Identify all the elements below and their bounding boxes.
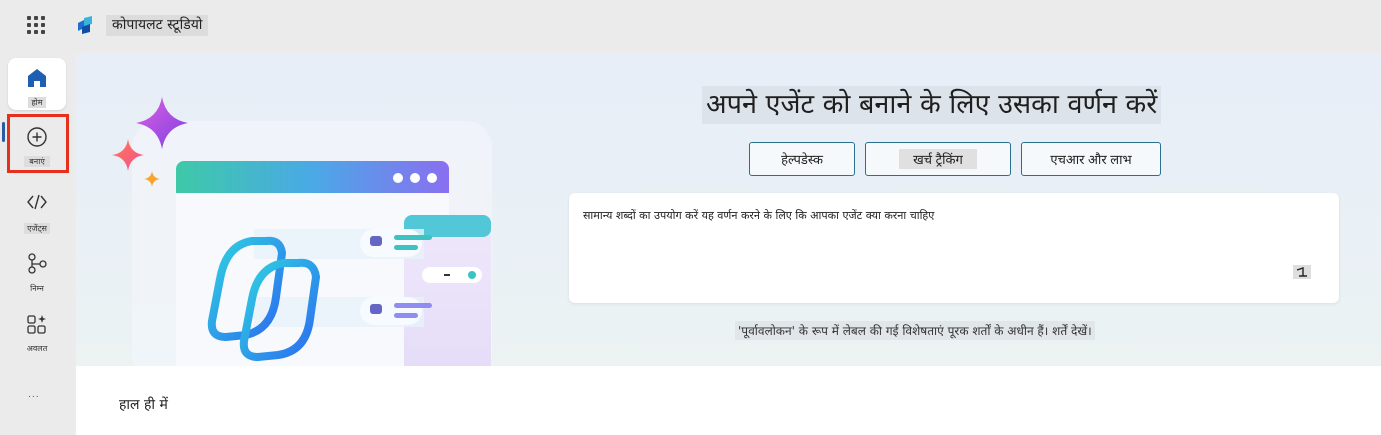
copilot-studio-logo-icon bbox=[78, 16, 92, 34]
chip-label: एचआर और लाभ bbox=[1050, 152, 1132, 167]
nav-item-agents[interactable]: एजेंट्स bbox=[8, 184, 66, 236]
nav-item-label: अवलत bbox=[26, 344, 48, 353]
agent-description-input[interactable] bbox=[583, 209, 1283, 222]
nav-item-label: एजेंट्स bbox=[24, 223, 50, 234]
create-highlight-box bbox=[7, 114, 69, 173]
agent-icon bbox=[27, 194, 47, 210]
copilot-illustration bbox=[112, 97, 492, 366]
more-icon: ... bbox=[28, 390, 40, 400]
nav-item-flows[interactable]: निम्न bbox=[8, 244, 66, 296]
app-launcher-icon[interactable] bbox=[27, 16, 47, 36]
left-nav-rail: होम बनाएं एजेंट्स निम्न अवलत ... bbox=[0, 52, 74, 435]
nav-item-tools[interactable]: अवलत bbox=[8, 304, 66, 356]
chip-hr-benefits[interactable]: एचआर और लाभ bbox=[1021, 142, 1161, 176]
agent-description-box bbox=[569, 193, 1339, 303]
chip-label: खर्च ट्रैकिंग bbox=[899, 149, 977, 169]
chip-helpdesk[interactable]: हेल्पडेस्क bbox=[749, 142, 855, 176]
active-indicator bbox=[2, 122, 5, 142]
nav-item-label: निम्न bbox=[30, 284, 44, 293]
preview-disclaimer[interactable]: 'पूर्वावलोकन' के रूप में लेबल की गई विशे… bbox=[735, 321, 1095, 340]
nav-item-home[interactable]: होम bbox=[8, 58, 66, 110]
recent-section-title: हाल ही में bbox=[119, 397, 168, 413]
home-icon bbox=[28, 69, 46, 87]
chip-label: हेल्पडेस्क bbox=[781, 152, 823, 167]
flow-icon bbox=[28, 253, 47, 274]
page-heading: अपने एजेंट को बनाने के लिए उसका वर्णन कर… bbox=[702, 86, 1162, 124]
chip-expense-tracking[interactable]: खर्च ट्रैकिंग bbox=[865, 142, 1011, 176]
main-content: अपने एजेंट को बनाने के लिए उसका वर्णन कर… bbox=[76, 53, 1381, 435]
suggestion-chips: हेल्पडेस्क खर्च ट्रैकिंग एचआर और लाभ bbox=[749, 142, 1161, 176]
tools-icon bbox=[27, 315, 46, 334]
send-icon bbox=[1296, 267, 1307, 277]
hero-section: अपने एजेंट को बनाने के लिए उसका वर्णन कर… bbox=[76, 53, 1381, 366]
app-title[interactable]: कोपायलट स्टूडियो bbox=[106, 15, 209, 36]
send-button[interactable] bbox=[1293, 265, 1311, 279]
nav-item-more[interactable]: ... bbox=[8, 370, 66, 400]
nav-item-label: होम bbox=[28, 97, 46, 108]
top-bar: कोपायलट स्टूडियो bbox=[0, 0, 1381, 52]
